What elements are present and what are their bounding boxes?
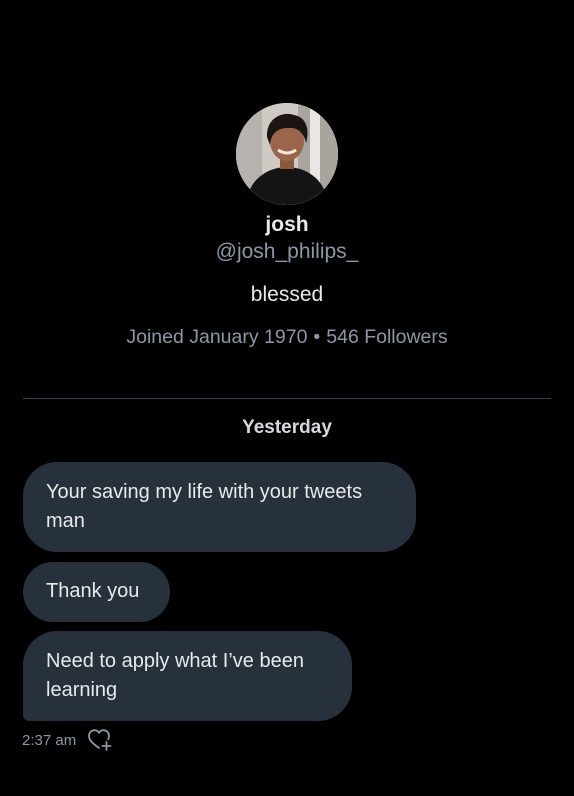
message-timestamp: 2:37 am (22, 731, 77, 749)
day-label: Yesterday (242, 417, 332, 438)
heart-plus-icon[interactable] (87, 728, 113, 752)
avatar-photo (236, 103, 338, 205)
meta-separator: • (313, 326, 321, 348)
message-text: Your saving my life with your tweets man (46, 481, 363, 532)
divider (23, 398, 551, 399)
profile-display-name[interactable]: josh (0, 213, 574, 237)
message-text: Need to apply what I’ve been learning (46, 650, 304, 701)
avatar[interactable] (236, 103, 338, 205)
joined-date: Joined January 1970 (126, 326, 308, 348)
message-text: Thank you (46, 580, 140, 602)
message-bubble[interactable]: Thank you (23, 562, 170, 622)
profile-bio: blessed (250, 283, 324, 306)
message-bubble[interactable]: Your saving my life with your tweets man (23, 462, 416, 552)
message-meta: 2:37 am (22, 728, 113, 752)
message-bubble[interactable]: Need to apply what I’ve been learning (23, 631, 352, 721)
followers-count[interactable]: 546 Followers (326, 326, 447, 348)
profile-meta: Joined January 1970 • 546 Followers (0, 326, 574, 349)
profile-handle: @josh_philips_ (215, 240, 359, 263)
